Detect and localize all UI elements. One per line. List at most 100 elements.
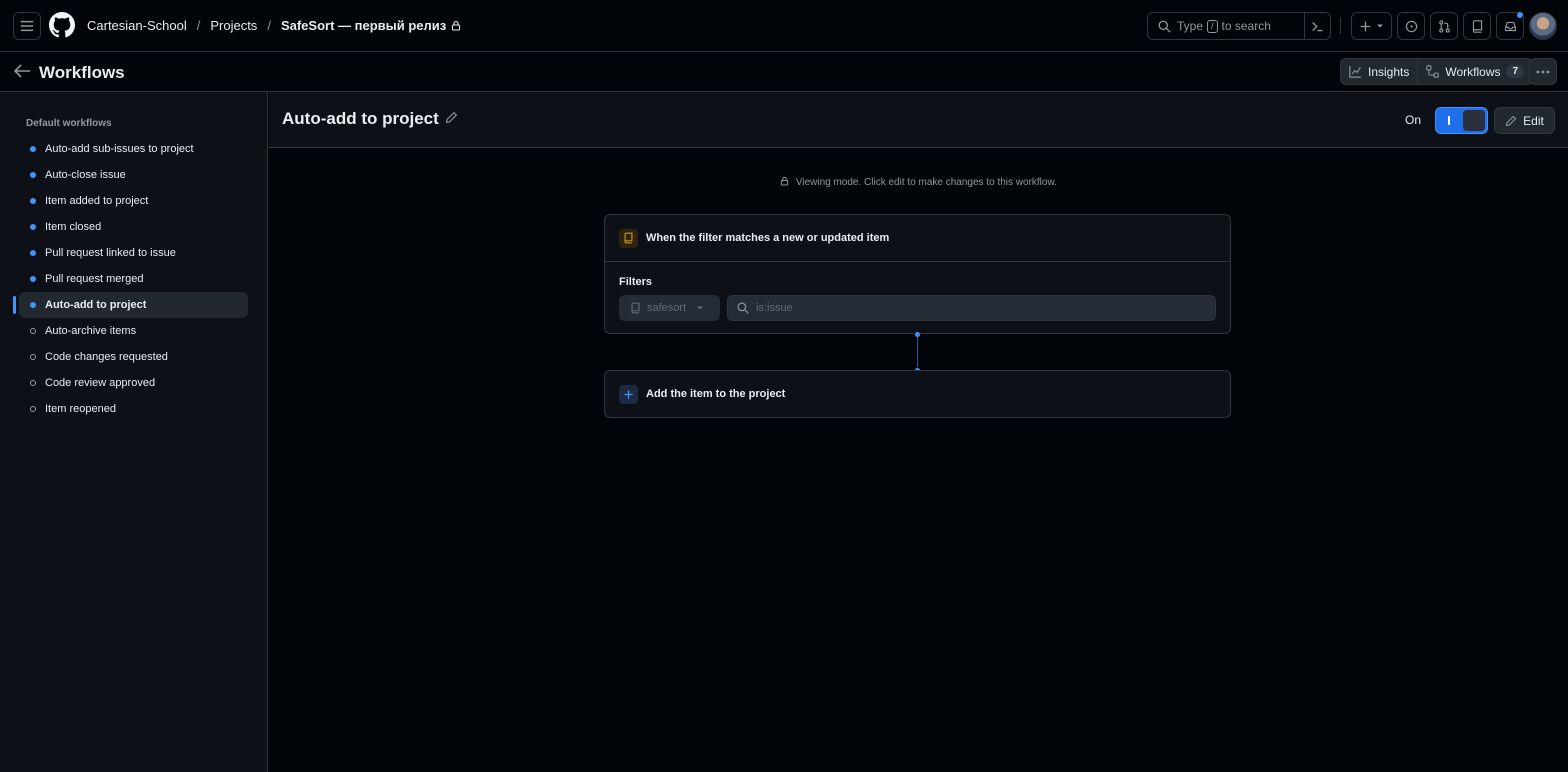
action-card-header: Add the item to the project (605, 371, 1230, 417)
search-suffix-text: to search (1221, 19, 1271, 33)
repository-select-value: safesort (647, 302, 687, 314)
breadcrumb-org-link[interactable]: Cartesian-School (87, 18, 187, 33)
sidebar-item-label: Code review approved (45, 377, 156, 389)
workflow-icon (1426, 65, 1440, 78)
sidebar-item-pr-merged[interactable]: Pull request merged (19, 266, 248, 292)
issues-button[interactable] (1397, 12, 1425, 40)
trigger-card-title: When the filter matches a new or updated… (646, 232, 890, 244)
pencil-icon (1506, 115, 1517, 126)
sidebar-item-label: Item closed (45, 221, 102, 233)
chevron-down-icon (697, 306, 704, 310)
page-title: Workflows (39, 63, 125, 82)
trigger-card-body: Filters safesort is:issue (605, 261, 1230, 333)
sidebar-item-label: Auto-close issue (45, 169, 126, 181)
sidebar-item-label: Auto-add to project (45, 299, 147, 311)
trigger-icon-wrap (619, 228, 638, 248)
sidebar-item-label: Code changes requested (45, 351, 168, 363)
repo-icon (624, 232, 633, 244)
filter-row: safesort is:issue (619, 295, 1216, 321)
breadcrumb: Cartesian-School / Projects / SafeSort —… (87, 18, 461, 33)
sidebar-item-item-closed[interactable]: Item closed (19, 214, 248, 240)
edit-button[interactable]: Edit (1494, 107, 1555, 134)
sidebar-item-code-changes-requested[interactable]: Code changes requested (19, 344, 248, 370)
git-pull-request-icon (1438, 19, 1450, 33)
project-nav-segmented: Insights Workflows 7 (1340, 58, 1534, 85)
workflow-header: Auto-add to project On Edit (269, 92, 1568, 148)
status-dot (30, 354, 36, 360)
sidebar-item-auto-add-sub-issues[interactable]: Auto-add sub-issues to project (19, 136, 248, 162)
pull-requests-button[interactable] (1430, 12, 1458, 40)
repositories-button[interactable] (1463, 12, 1491, 40)
status-dot (30, 406, 36, 412)
sidebar-item-auto-add-to-project[interactable]: Auto-add to project (13, 292, 248, 318)
trigger-card-header: When the filter matches a new or updated… (605, 215, 1230, 261)
github-logo-icon[interactable] (49, 12, 75, 38)
sidebar-item-label: Auto-archive items (45, 325, 137, 337)
status-dot (30, 302, 36, 308)
filter-query-placeholder: is:issue (756, 302, 793, 314)
global-header: Cartesian-School / Projects / SafeSort —… (0, 0, 1568, 52)
search-shortcut-key: / (1207, 19, 1218, 33)
insights-button[interactable]: Insights (1341, 59, 1417, 84)
repo-icon (1472, 19, 1482, 33)
workflow-list: Auto-add sub-issues to project Auto-clos… (13, 136, 248, 422)
toggle-on-indicator (1448, 116, 1450, 125)
workflow-enabled-toggle[interactable] (1435, 107, 1488, 134)
plus-icon (624, 389, 633, 399)
search-input[interactable]: Type / to search (1147, 12, 1331, 40)
viewing-mode-text: Viewing mode. Click edit to make changes… (795, 177, 1057, 188)
command-palette-button[interactable] (1304, 12, 1330, 40)
hamburger-icon (20, 20, 34, 32)
arrow-left-icon[interactable] (14, 63, 31, 79)
action-icon-wrap (619, 384, 638, 404)
lock-icon (452, 20, 461, 31)
sidebar-item-item-added[interactable]: Item added to project (19, 188, 248, 214)
notification-indicator (1516, 11, 1524, 19)
status-dot (30, 224, 36, 230)
workflows-button[interactable]: Workflows 7 (1417, 59, 1532, 84)
status-dot (30, 276, 36, 282)
workflow-canvas: Viewing mode. Click edit to make changes… (269, 148, 1568, 772)
status-dot (30, 198, 36, 204)
viewing-mode-notice: Viewing mode. Click edit to make changes… (269, 176, 1568, 188)
workflows-sidebar: Default workflows Auto-add sub-issues to… (0, 92, 268, 772)
breadcrumb-project-link[interactable]: SafeSort — первый релиз (281, 18, 446, 33)
filter-query-input[interactable]: is:issue (727, 295, 1216, 321)
sidebar-item-label: Pull request merged (45, 273, 144, 285)
menu-button[interactable] (13, 12, 41, 40)
status-dot (30, 380, 36, 386)
terminal-icon (1312, 21, 1323, 31)
avatar[interactable] (1529, 12, 1557, 40)
repository-select[interactable]: safesort (619, 295, 720, 321)
sidebar-item-auto-close-issue[interactable]: Auto-close issue (19, 162, 248, 188)
breadcrumb-projects-link[interactable]: Projects (210, 18, 257, 33)
create-new-button[interactable] (1351, 12, 1392, 40)
pencil-icon[interactable] (445, 111, 458, 124)
workflows-label: Workflows (1445, 64, 1501, 79)
sidebar-item-code-review-approved[interactable]: Code review approved (19, 370, 248, 396)
inbox-icon (1504, 21, 1516, 31)
status-dot (30, 250, 36, 256)
search-icon (737, 302, 749, 314)
status-dot (30, 172, 36, 178)
chevron-down-icon (1377, 24, 1383, 28)
graph-icon (1349, 65, 1362, 78)
issue-opened-icon (1405, 20, 1417, 32)
repo-icon (631, 302, 640, 314)
breadcrumb-separator: / (267, 18, 271, 33)
breadcrumb-separator: / (196, 18, 201, 33)
lock-icon (780, 176, 789, 186)
connector-line (917, 336, 918, 370)
sidebar-item-label: Auto-add sub-issues to project (45, 143, 194, 155)
sidebar-item-auto-archive[interactable]: Auto-archive items (19, 318, 248, 344)
sidebar-item-label: Item added to project (45, 195, 149, 207)
status-dot (30, 146, 36, 152)
sidebar-item-item-reopened[interactable]: Item reopened (19, 396, 248, 422)
action-card: Add the item to the project (604, 370, 1231, 418)
plus-icon (1360, 21, 1371, 31)
more-options-button[interactable] (1529, 58, 1557, 85)
insights-label: Insights (1368, 64, 1410, 79)
search-prefix-text: Type (1177, 19, 1204, 33)
sidebar-item-pr-linked[interactable]: Pull request linked to issue (19, 240, 248, 266)
trigger-card: When the filter matches a new or updated… (604, 214, 1231, 334)
